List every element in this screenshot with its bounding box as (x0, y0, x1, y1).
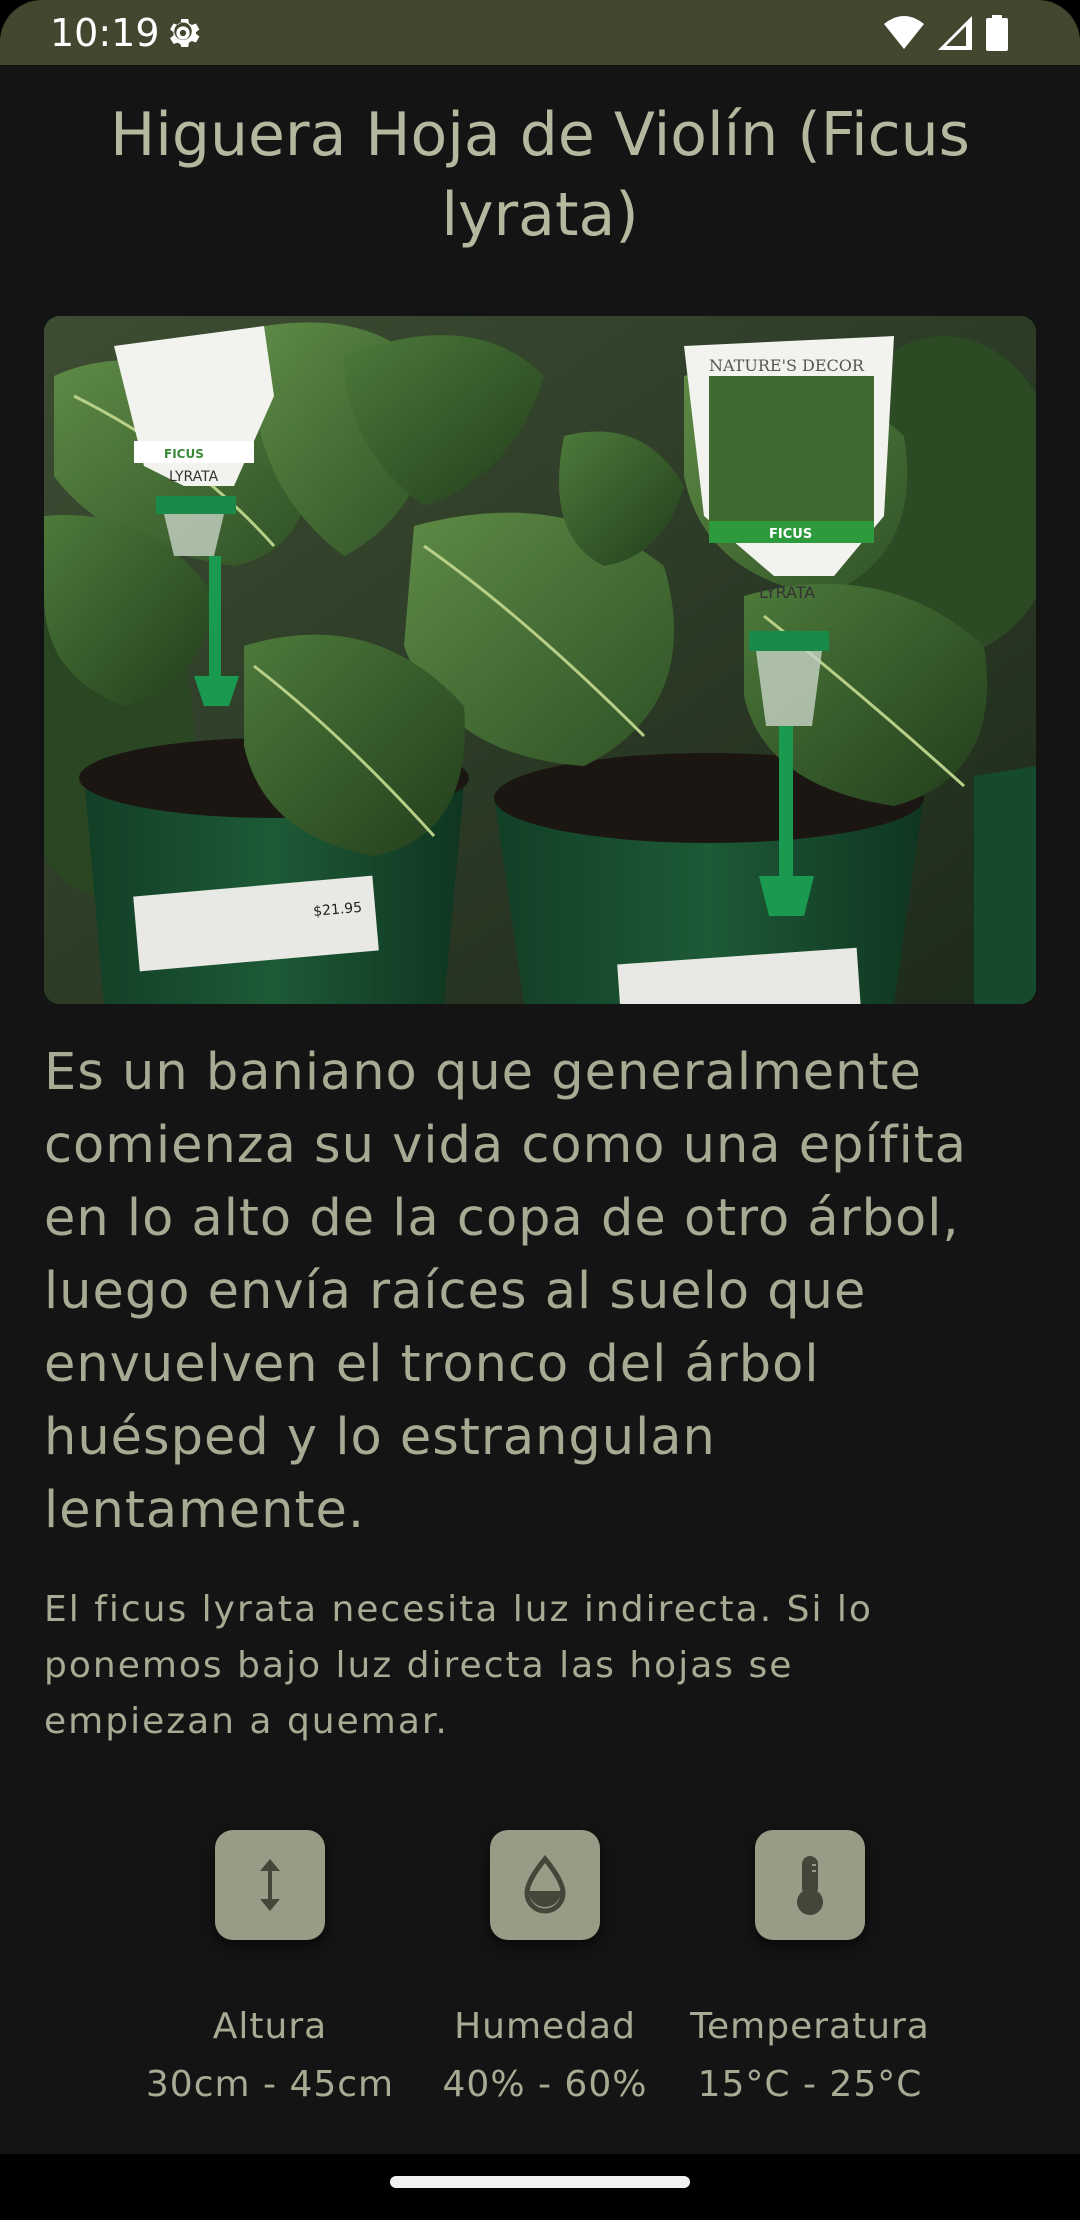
navigation-bar (0, 2154, 1080, 2220)
right-tag-label: LYRATA (759, 583, 815, 602)
plant-detail-screen: 10:19 Higuera Hoja de Violín (Ficus lyra… (0, 0, 1080, 2220)
stat-humidity: Humedad 40% - 60% (415, 1830, 675, 2110)
signal-icon (938, 16, 972, 50)
stat-label: Altura (212, 2006, 328, 2047)
plant-description: Es un baniano que generalmente comienza … (44, 1043, 968, 1540)
left-tag-label: LYRATA (169, 469, 219, 485)
stat-value: 15°C - 25°C (697, 2064, 923, 2105)
wifi-icon (884, 16, 924, 49)
status-time: 10:19 (50, 11, 160, 55)
right-tag-top: FICUS (769, 527, 812, 542)
temperature-icon (755, 1830, 865, 1940)
stat-label: Humedad (454, 2006, 636, 2047)
gear-icon (170, 19, 200, 47)
plant-image: $21.95 FICUS LYRATA FICUS LYRATA NATURE'… (44, 316, 1036, 1004)
height-icon (215, 1830, 325, 1940)
page-title: Higuera Hoja de Violín (Ficus lyrata) (110, 100, 970, 250)
stat-value: 40% - 60% (442, 2064, 648, 2105)
right-tag-brand: NATURE'S DECOR (709, 356, 865, 375)
stat-label: Temperatura (690, 2006, 930, 2047)
home-gesture-handle[interactable] (390, 2176, 690, 2188)
stat-value: 30cm - 45cm (145, 2064, 395, 2105)
battery-icon (986, 15, 1008, 51)
status-icons (884, 14, 1008, 52)
stat-height: Altura 30cm - 45cm (140, 1830, 400, 2110)
care-note: El ficus lyrata necesita luz indirecta. … (44, 1589, 873, 1742)
left-tag-top: FICUS (164, 447, 204, 461)
status-bar: 10:19 (0, 0, 1080, 65)
humidity-icon (490, 1830, 600, 1940)
stat-temperature: Temperatura 15°C - 25°C (680, 1830, 940, 2110)
